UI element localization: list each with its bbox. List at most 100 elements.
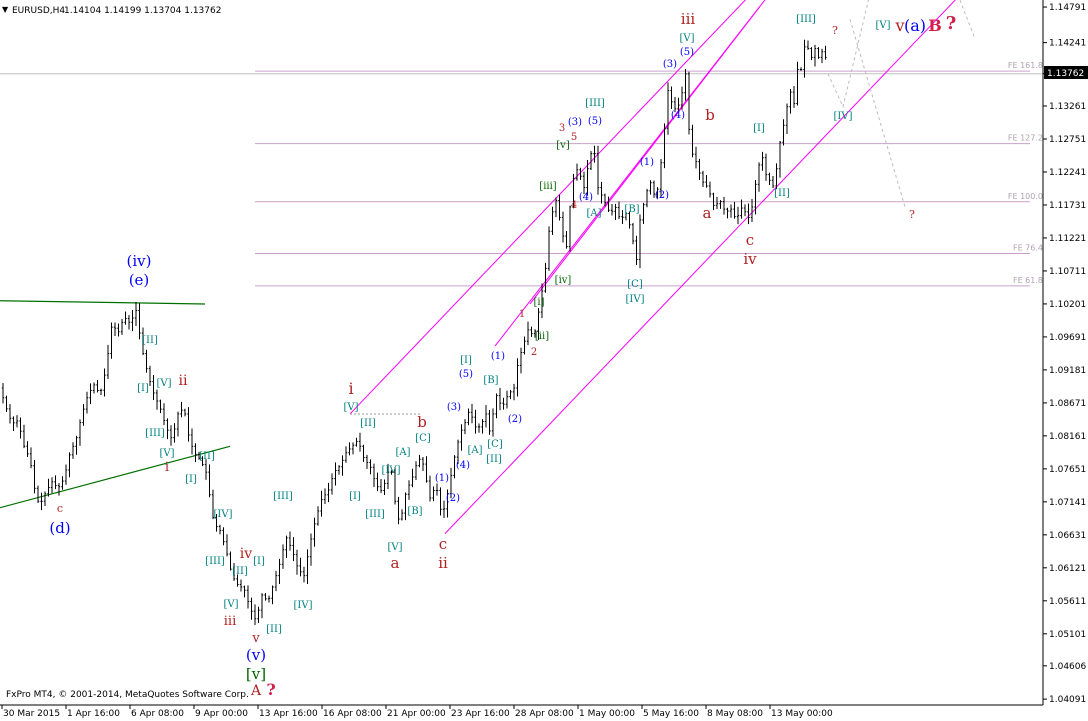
- wave-label: v: [251, 631, 260, 646]
- wave-label: [V]: [159, 448, 174, 459]
- wave-label: [IV]: [626, 294, 645, 305]
- price-tick-label: 1.06121: [1049, 564, 1086, 574]
- wave-label: [II]: [774, 188, 790, 199]
- time-tick-label: 5 May 16:00: [643, 709, 699, 719]
- price-chart[interactable]: FE 161.8 FE 127.2 FE 100.0 FE 76.4 FE 61.8 (…: [0, 0, 1088, 721]
- wave-label: [i]: [533, 297, 544, 308]
- wave-label: (iv): [127, 252, 152, 270]
- wave-label: [v]: [556, 140, 570, 151]
- wave-label: [B]: [483, 375, 498, 386]
- wave-label: (3): [447, 402, 461, 413]
- wave-label: [C]: [627, 279, 643, 290]
- wave-label: [II]: [199, 451, 215, 462]
- wave-label: [I]: [253, 556, 265, 567]
- wave-label: (1): [491, 351, 505, 362]
- chart-window: FE 161.8 FE 127.2 FE 100.0 FE 76.4 FE 61.8 (…: [0, 0, 1088, 721]
- wave-label: (e): [129, 271, 150, 289]
- price-tick-label: 1.08161: [1049, 432, 1086, 442]
- wave-label: iii: [224, 614, 236, 629]
- price-tick-label: 1.05101: [1049, 630, 1086, 640]
- wave-label: iii: [681, 10, 696, 28]
- time-tick-label: 21 Apr 00:00: [387, 709, 446, 719]
- wave-label: [A]: [467, 445, 482, 456]
- wave-label: (4): [579, 192, 593, 203]
- wave-label: ?: [909, 208, 915, 221]
- fib-level-label: FE 100.0: [1008, 192, 1043, 201]
- wave-label: 5: [571, 132, 577, 143]
- wave-label: [iii]: [539, 181, 556, 192]
- wave-label: ?: [832, 24, 838, 37]
- wave-label: i: [348, 379, 353, 398]
- wave-label: (d): [49, 519, 70, 537]
- price-tick-label: 1.10201: [1049, 300, 1086, 310]
- wave-label: [II]: [360, 418, 376, 429]
- wave-label: [III]: [585, 98, 605, 109]
- wave-label: (2): [446, 493, 460, 504]
- wave-label: ii: [179, 373, 188, 389]
- wave-label: (v): [246, 646, 266, 664]
- wave-label: [V]: [679, 33, 694, 44]
- time-tick-label: 8 May 08:00: [707, 709, 763, 719]
- wave-label: ?: [266, 680, 275, 699]
- time-tick-label: 1 Apr 16:00: [67, 709, 120, 719]
- wave-label: [V]: [875, 20, 890, 31]
- time-tick-label: 23 Apr 16:00: [451, 709, 510, 719]
- price-tick-label: 1.05611: [1049, 597, 1086, 607]
- wave-label: 3: [559, 123, 565, 134]
- wave-label: [III]: [365, 509, 385, 520]
- collapse-triangle-icon[interactable]: ▼: [2, 5, 9, 14]
- wave-label: [I]: [137, 383, 149, 394]
- wave-label: B: [928, 16, 942, 35]
- wave-label: (3): [663, 59, 677, 70]
- price-tick-label: 1.07141: [1049, 498, 1086, 508]
- wave-label: [ii]: [535, 331, 549, 342]
- time-tick-label: 6 Apr 08:00: [131, 709, 184, 719]
- wave-label: [II]: [232, 566, 248, 577]
- wave-label: c: [57, 502, 63, 515]
- wave-label: [II]: [142, 335, 158, 346]
- wave-label: iv: [240, 546, 252, 562]
- price-tick-label: 1.04606: [1049, 662, 1086, 672]
- wave-label: [II]: [266, 624, 282, 635]
- wave-label: [V]: [343, 402, 358, 413]
- price-tick-label: 1.13261: [1049, 102, 1086, 112]
- time-tick-label: 9 Apr 00:00: [195, 709, 248, 719]
- current-price-value: 1.13762: [1047, 69, 1084, 79]
- wave-label: [A]: [586, 208, 601, 219]
- wave-label: [III]: [273, 491, 293, 502]
- wave-label: [C]: [487, 439, 503, 450]
- price-tick-label: 1.11221: [1049, 234, 1086, 244]
- fib-level-label: FE 127.2: [1008, 134, 1043, 143]
- price-tick-label: 1.14791: [1049, 3, 1086, 13]
- wave-label: [V]: [156, 378, 171, 389]
- wave-label: c: [439, 535, 447, 553]
- wave-label: [B]: [407, 506, 422, 517]
- wave-label: [IV]: [214, 509, 233, 520]
- fib-level-label: FE 161.8: [1008, 61, 1043, 70]
- wave-label: [III]: [796, 14, 816, 25]
- wave-label: [V]: [223, 599, 238, 610]
- price-tick-label: 1.12751: [1049, 135, 1086, 145]
- wave-label: (3): [568, 117, 582, 128]
- wave-label: [B]: [624, 204, 639, 215]
- wave-label: 1: [519, 309, 525, 320]
- wave-label: b: [417, 413, 427, 431]
- copyright-text: FxPro MT4, © 2001-2014, MetaQuotes Softw…: [6, 690, 249, 700]
- wave-label: [IV]: [382, 465, 401, 476]
- wave-label: i: [165, 460, 169, 475]
- wave-label: (1): [435, 473, 449, 484]
- ohlc-readout: 1.14104 1.14199 1.13704 1.13762: [64, 6, 221, 16]
- price-tick-label: 1.09691: [1049, 333, 1086, 343]
- time-tick-label: 13 Apr 16:00: [259, 709, 318, 719]
- wave-label: [III]: [145, 428, 165, 439]
- wave-label: iv: [743, 250, 757, 268]
- wave-label: (a): [904, 16, 926, 35]
- wave-label: ?: [946, 13, 957, 34]
- wave-label: a: [703, 204, 712, 222]
- wave-label: [C]: [415, 433, 431, 444]
- wave-label: [I]: [753, 123, 765, 134]
- wave-label: [A]: [395, 447, 410, 458]
- price-tick-label: 1.07651: [1049, 465, 1086, 475]
- price-tick-label: 1.10711: [1049, 267, 1086, 277]
- wave-label: ii: [438, 554, 448, 572]
